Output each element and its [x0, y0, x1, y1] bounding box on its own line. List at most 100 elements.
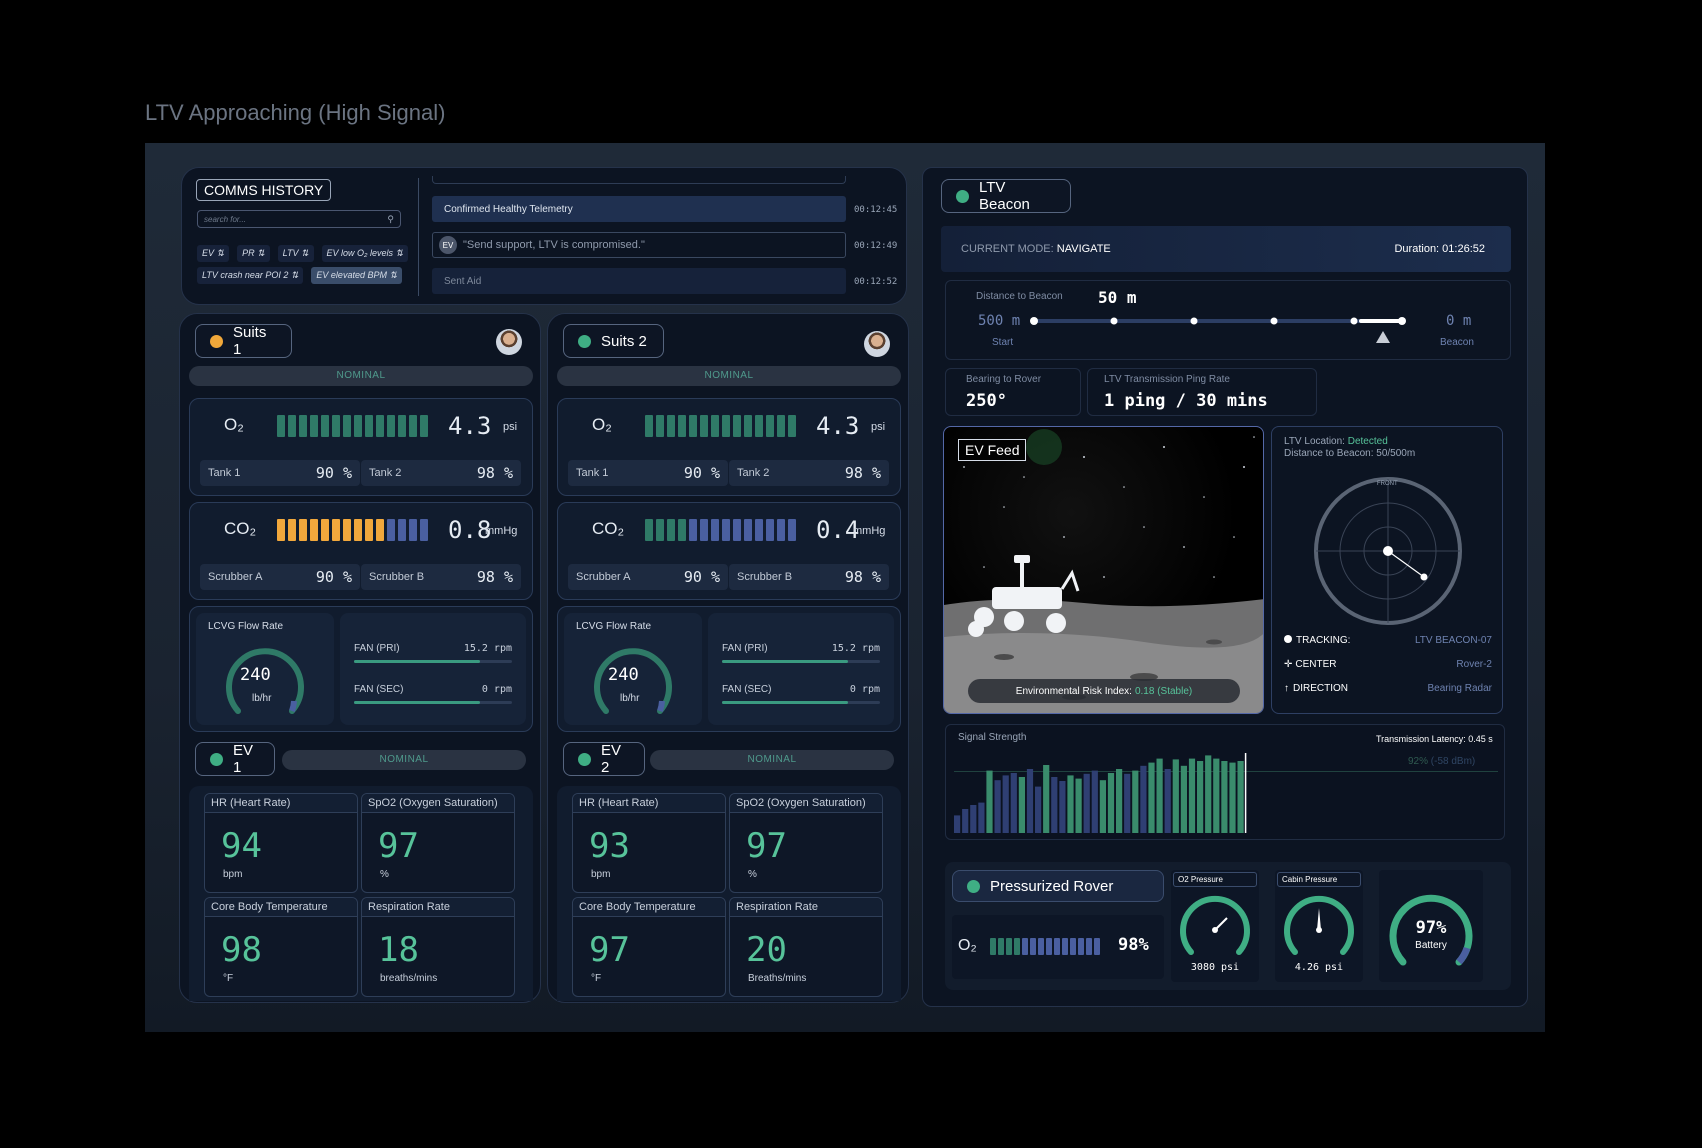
ev-feed[interactable]: EV Feed Environmental Risk Index: 0.18 (S…	[943, 426, 1264, 714]
vitals-card: HR (Heart Rate) 93 bpm SpO2 (Oxygen Satura…	[557, 786, 901, 1001]
search-icon[interactable]: ⚲	[387, 214, 394, 225]
fan-sec: FAN (SEC) 0 rpm	[722, 684, 880, 695]
signal-bar	[962, 809, 969, 833]
spo2-value: 97	[746, 826, 787, 866]
o2-pressure-card: O2 Pressure 3080 psi	[1171, 870, 1259, 982]
signal-bar	[1099, 780, 1106, 833]
signal-bar	[1083, 773, 1090, 833]
signal-bar	[1091, 770, 1098, 833]
ev-status-badge: NOMINAL	[282, 750, 526, 770]
signal-bar	[1205, 755, 1212, 833]
signal-bar	[1010, 773, 1017, 833]
signal-bar	[1156, 758, 1163, 833]
co2-card: CO₂ 0.8 mmHg Scrubber A 90 % Scrubber B 98…	[189, 502, 533, 600]
ev-status-badge: NOMINAL	[650, 750, 894, 770]
signal-bar	[1124, 773, 1131, 833]
tank-1: Tank 1 90 %	[568, 460, 728, 486]
hr-value: 94	[221, 826, 262, 866]
signal-bar	[986, 770, 993, 833]
suit-panel-1: Suits 1 NOMINAL O₂ 4.3 psi Tank 1 90 % Ta…	[179, 313, 541, 1003]
ev-title-pill[interactable]: EV 1	[195, 742, 275, 776]
signal-bar	[1197, 761, 1204, 833]
tag-ev-low-o2[interactable]: EV low O₂ levels ⇅	[321, 245, 409, 262]
cabin-pressure-gauge	[1284, 895, 1354, 955]
o2-label: O₂	[592, 415, 612, 434]
signal-bar	[1164, 769, 1171, 833]
spo2-card: SpO2 (Oxygen Saturation) 97%	[361, 793, 515, 893]
tracking-row: TRACKING: LTV BEACON-07	[1284, 635, 1492, 646]
signal-latency: Transmission Latency: 0.45 s	[1376, 734, 1493, 744]
rover-o2: O₂ 98%	[952, 915, 1164, 979]
hr-card: HR (Heart Rate) 94 bpm	[204, 793, 358, 893]
avatar[interactable]	[496, 329, 522, 355]
tag-ltv-crash[interactable]: LTV crash near POI 2 ⇅	[197, 267, 304, 284]
distance-label: Distance to Beacon	[976, 291, 1063, 302]
o2-pressure-label: O2 Pressure	[1173, 872, 1257, 887]
ltv-location: LTV Location: Detected	[1284, 436, 1388, 447]
lcvg-value: 240	[240, 665, 271, 685]
ev-title-pill[interactable]: EV 2	[563, 742, 645, 776]
ev-avatar: EV	[439, 236, 457, 254]
resp-card: Respiration Rate 18 breaths/mins	[361, 897, 515, 997]
comms-title: COMMS HISTORY	[196, 179, 332, 201]
battery-card: 97% Battery	[1379, 870, 1483, 982]
o2-unit: psi	[503, 421, 518, 433]
mode-text: CURRENT MODE: NAVIGATE	[961, 243, 1111, 255]
o2-pressure-value: 3080 psi	[1190, 962, 1240, 973]
beacon-title-pill[interactable]: LTV Beacon	[941, 179, 1071, 213]
tag-pr[interactable]: PR ⇅	[237, 245, 270, 262]
signal-bar	[1067, 775, 1074, 833]
tag-ltv[interactable]: LTV ⇅	[277, 245, 314, 262]
comms-search[interactable]: search for... ⚲	[197, 210, 401, 228]
signal-card: Signal Strength Transmission Latency: 0.…	[945, 724, 1505, 840]
lcvg-value: 240	[608, 665, 639, 685]
search-input[interactable]: search for...	[204, 215, 246, 224]
signal-bar	[1188, 758, 1196, 833]
suit-title-pill[interactable]: Suits 1	[195, 324, 292, 358]
status-badge: NOMINAL	[189, 366, 533, 386]
fan-pri-bar	[722, 660, 880, 663]
status-dot	[578, 752, 591, 766]
end-label: Beacon	[1440, 337, 1474, 348]
lcvg-gauge-box: LCVG Flow Rate 240 lb/hr	[564, 613, 702, 725]
co2-label: CO₂	[592, 519, 625, 538]
signal-bar	[1172, 759, 1179, 833]
rover-o2-label: O₂	[958, 937, 977, 954]
feed-title: EV Feed	[958, 439, 1027, 461]
lcvg-label: LCVG Flow Rate	[208, 621, 284, 632]
signal-bar	[1051, 777, 1058, 833]
comms-message[interactable]: EV "Send support, LTV is compromised."	[432, 232, 846, 258]
comms-message[interactable]: Sent Aid	[432, 268, 846, 294]
o2-value: 4.3	[448, 412, 492, 440]
rover-title-pill[interactable]: Pressurized Rover	[952, 870, 1164, 902]
comms-time: 00:12:52	[854, 277, 898, 287]
lcvg-gauge-box: LCVG Flow Rate 240 lb/hr	[196, 613, 334, 725]
fan-pri-bar	[354, 660, 512, 663]
comms-panel: COMMS HISTORY search for... ⚲ EV ⇅ PR ⇅ …	[181, 167, 907, 305]
co2-level-bars	[645, 519, 796, 541]
signal-bars	[954, 753, 1247, 833]
status-dot	[967, 879, 980, 893]
comms-message[interactable]: Confirmed Healthy Telemetry	[432, 196, 846, 222]
tag-ev[interactable]: EV ⇅	[197, 245, 230, 262]
ping-label: LTV Transmission Ping Rate	[1104, 374, 1230, 385]
fan-sec-bar	[354, 701, 512, 704]
suit-title-pill[interactable]: Suits 2	[563, 324, 664, 358]
signal-title: Signal Strength	[958, 732, 1027, 743]
distance-slider[interactable]	[1030, 311, 1410, 351]
ev-title: EV 2	[601, 742, 622, 776]
cabin-pressure-value: 4.26 psi	[1294, 962, 1344, 973]
scrubber-b: Scrubber B 98 %	[729, 564, 889, 590]
avatar[interactable]	[864, 331, 890, 357]
rover-o2-value: 98%	[1118, 935, 1149, 955]
temp-value: 98	[221, 930, 262, 970]
resp-card: Respiration Rate 20 Breaths/mins	[729, 897, 883, 997]
tank-1: Tank 1 90 %	[200, 460, 360, 486]
tag-ev-elevated-bpm[interactable]: EV elevated BPM ⇅	[311, 267, 403, 284]
tracking-dot-icon	[1284, 635, 1292, 643]
status-dot	[956, 189, 969, 203]
signal-bar	[1002, 775, 1009, 833]
rover-o2-bars	[990, 938, 1100, 955]
bearing-value: 250°	[966, 391, 1007, 411]
comms-time: 00:12:45	[854, 205, 898, 215]
